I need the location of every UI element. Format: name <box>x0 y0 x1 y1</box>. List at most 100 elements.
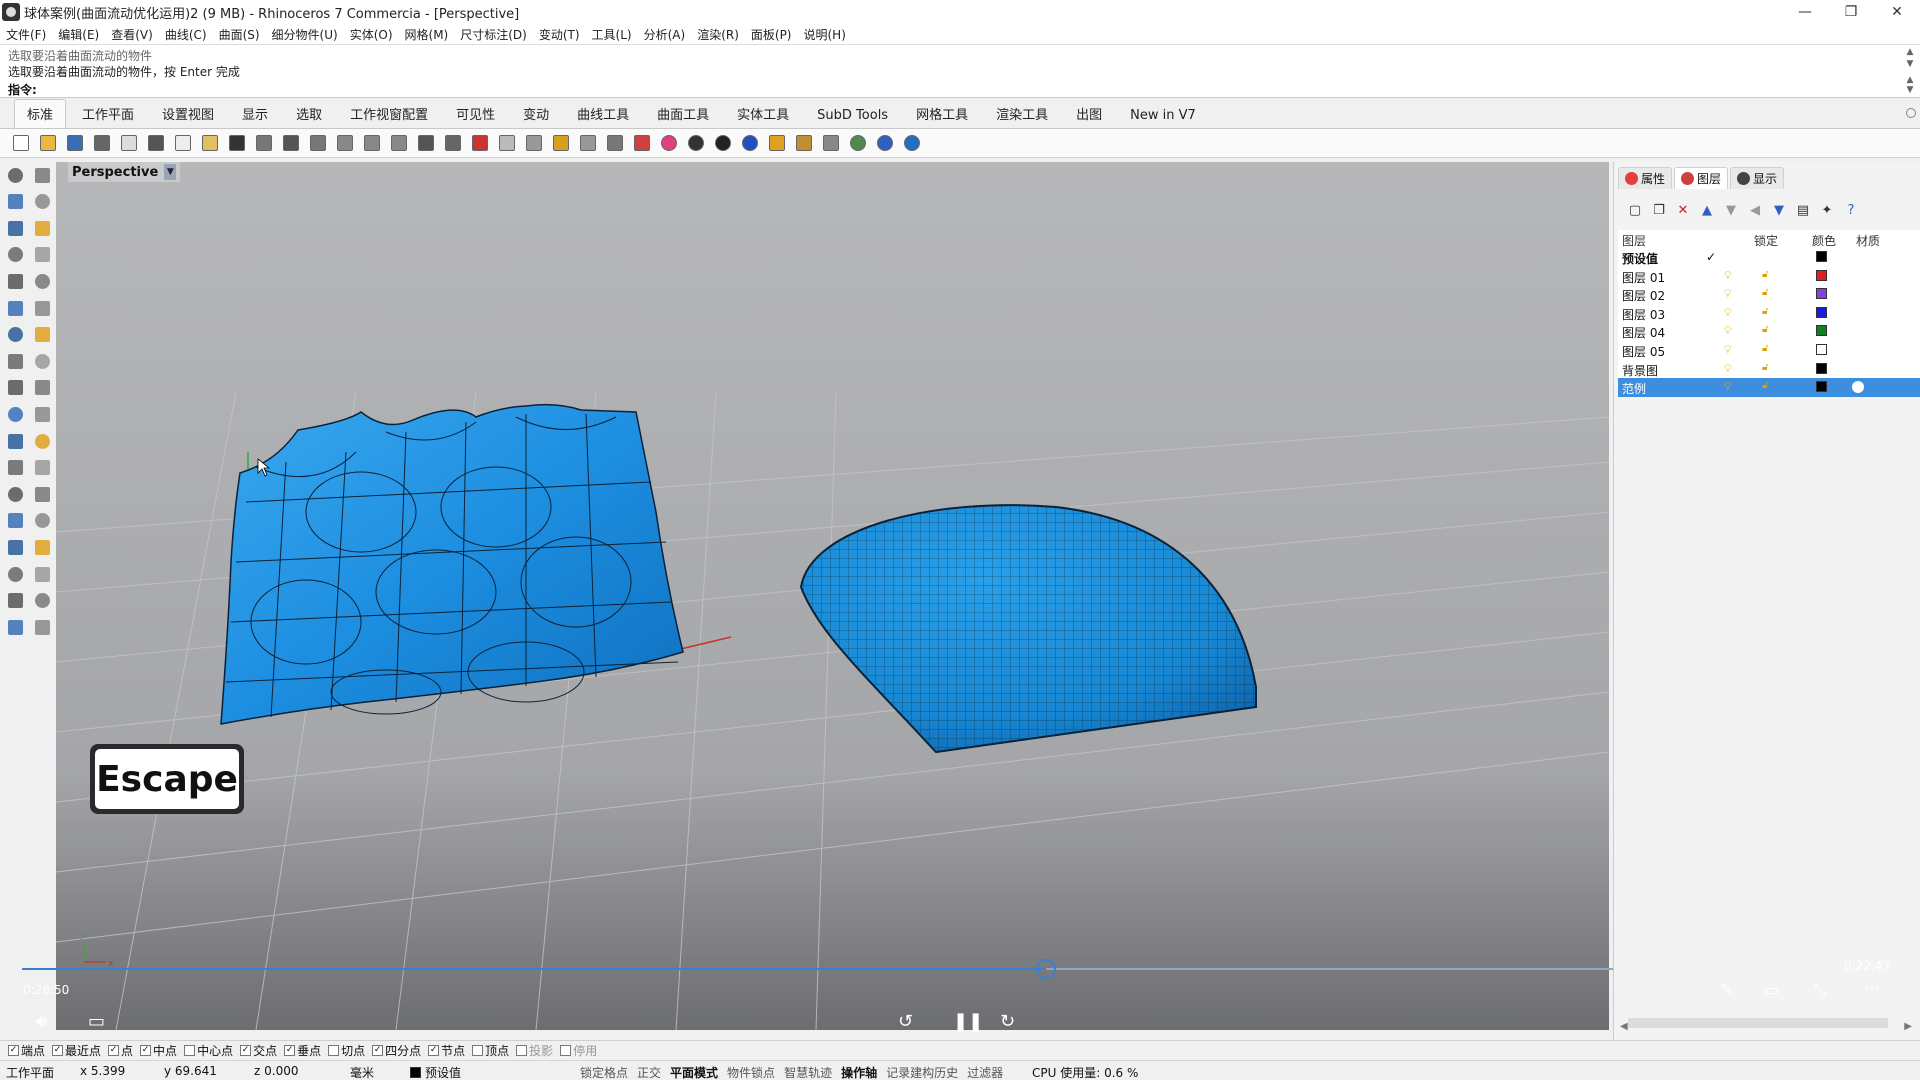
header-lock[interactable]: 锁定 <box>1754 232 1778 249</box>
toolbar-tab[interactable]: 设置视图 <box>150 100 226 128</box>
osnap-toggle[interactable]: ✓ 交点 <box>240 1042 277 1059</box>
lock-icon[interactable]: 🔓︎ <box>1762 362 1768 373</box>
mode-toggle[interactable]: 操作轴 <box>841 1064 877 1080</box>
help-icon[interactable] <box>874 132 896 154</box>
picture-in-picture-icon[interactable]: ▭ <box>1764 980 1779 999</box>
lock-icon[interactable]: 🔓︎ <box>1762 269 1768 280</box>
layer-color-swatch[interactable] <box>1816 306 1827 318</box>
offset-icon[interactable] <box>32 298 52 318</box>
more-options-icon[interactable]: ⋯ <box>1864 978 1880 997</box>
rewind-10-icon[interactable]: ↺ <box>898 1011 913 1032</box>
forward-30-icon[interactable]: ↻ <box>1000 1011 1015 1032</box>
toolbar-tab[interactable]: 渲染工具 <box>984 100 1060 128</box>
mode-toggle[interactable]: 平面模式 <box>670 1064 718 1080</box>
command-input[interactable] <box>38 80 1898 96</box>
lock-icon[interactable]: 🔓︎ <box>1762 306 1768 317</box>
osnap-checkbox[interactable]: ✓ <box>428 1045 440 1056</box>
osnap-toggle[interactable]: 顶点 <box>472 1042 509 1059</box>
scroll-down-icon[interactable]: ▼ <box>1904 59 1916 69</box>
import-icon[interactable] <box>118 132 140 154</box>
toolbar-tab[interactable]: 工作平面 <box>70 100 146 128</box>
osnap-checkbox[interactable]: ✓ <box>108 1045 120 1056</box>
panel-tab[interactable]: 属性 <box>1618 167 1673 189</box>
layer-name[interactable]: 图层 02 <box>1622 287 1665 304</box>
visibility-bulb-icon[interactable]: 💡︎ <box>1724 380 1732 394</box>
lock-icon[interactable]: 🔓︎ <box>1762 343 1768 354</box>
rectangle-icon[interactable] <box>32 245 52 265</box>
osnap-checkbox[interactable]: ✓ <box>140 1045 152 1056</box>
osnap-toggle[interactable]: ✓ 四分点 <box>372 1042 421 1059</box>
cut-icon[interactable] <box>145 132 167 154</box>
color-wheel-icon[interactable] <box>658 132 680 154</box>
analyze-icon[interactable] <box>5 591 25 611</box>
units-label[interactable]: 毫米 <box>350 1064 374 1080</box>
menu-item[interactable]: 面板(P) <box>751 26 792 43</box>
viewport-title-tab[interactable]: Perspective ▼ <box>68 162 181 182</box>
osnap-toggle[interactable]: ✓ 中点 <box>140 1042 177 1059</box>
menu-item[interactable]: 编辑(E) <box>58 26 99 43</box>
sphere-icon[interactable] <box>32 351 52 371</box>
minimize-button[interactable]: — <box>1782 0 1828 24</box>
render-icon[interactable] <box>32 564 52 584</box>
menu-item[interactable]: 渲染(R) <box>697 26 739 43</box>
menu-item[interactable]: 尺寸标注(D) <box>460 26 527 43</box>
layer-color-swatch[interactable] <box>1816 381 1827 393</box>
pan-icon[interactable] <box>253 132 275 154</box>
lock-icon[interactable] <box>604 132 626 154</box>
visibility-bulb-icon[interactable]: 💡︎ <box>1724 306 1732 320</box>
material-sphere-icon[interactable] <box>1852 381 1864 394</box>
menu-item[interactable]: 曲线(C) <box>165 26 207 43</box>
toolbar-tab[interactable]: 显示 <box>230 100 280 128</box>
measure-icon[interactable] <box>32 617 52 637</box>
boolean-icon[interactable] <box>5 404 25 424</box>
lock-icon[interactable]: 🔓︎ <box>1762 324 1768 335</box>
layer-color-swatch[interactable] <box>1816 362 1827 374</box>
layer-row[interactable]: 预设值 ✓ <box>1618 248 1920 267</box>
osnap-checkbox[interactable]: ✓ <box>240 1045 252 1056</box>
seek-knob[interactable] <box>1035 959 1056 979</box>
help-icon[interactable]: ? <box>1842 201 1860 219</box>
menu-item[interactable]: 细分物件(U) <box>272 26 338 43</box>
move-up-icon[interactable]: ▲ <box>1698 201 1716 219</box>
extrude-icon[interactable] <box>5 325 25 345</box>
layer-name[interactable]: 背景图 <box>1622 362 1658 379</box>
visibility-bulb-icon[interactable]: 💡︎ <box>1724 362 1732 376</box>
check-icon[interactable] <box>32 591 52 611</box>
named-view-icon[interactable] <box>496 132 518 154</box>
perspective-viewport[interactable]: x z Perspective ▼ Escape <box>56 162 1609 1030</box>
dimension-icon[interactable] <box>32 511 52 531</box>
horizontal-scrollbar[interactable] <box>1628 1018 1888 1028</box>
filter-icon[interactable] <box>766 132 788 154</box>
toolbar-tab[interactable]: 出图 <box>1064 100 1114 128</box>
close-button[interactable]: ✕ <box>1874 0 1920 24</box>
rotate-view-icon[interactable] <box>415 132 437 154</box>
toolbar-tab[interactable]: 网格工具 <box>904 100 980 128</box>
toolbar-tab[interactable]: 实体工具 <box>725 100 801 128</box>
shaded-sphere-icon[interactable] <box>685 132 707 154</box>
layer-color-swatch[interactable] <box>1816 343 1827 355</box>
layer-name[interactable]: 图层 05 <box>1622 343 1665 360</box>
layer-row[interactable]: 图层 01 💡︎ 🔓︎ <box>1618 267 1920 286</box>
menu-item[interactable]: 变动(T) <box>539 26 580 43</box>
osnap-checkbox[interactable] <box>184 1045 196 1056</box>
lock-icon[interactable]: 🔓︎ <box>1762 380 1768 391</box>
layer-row[interactable]: 图层 04 💡︎ 🔓︎ <box>1618 322 1920 341</box>
light-icon[interactable] <box>577 132 599 154</box>
zoom-icon[interactable] <box>307 132 329 154</box>
menu-item[interactable]: 分析(A) <box>644 26 686 43</box>
layer-color-swatch[interactable] <box>1816 288 1827 300</box>
layer-row[interactable]: 图层 05 💡︎ 🔓︎ <box>1618 341 1920 360</box>
text-icon[interactable] <box>5 511 25 531</box>
edit-pencil-icon[interactable]: ✎ <box>1720 980 1733 999</box>
open-icon[interactable] <box>37 132 59 154</box>
select-icon[interactable] <box>523 132 545 154</box>
current-layer-check-icon[interactable]: ✓ <box>1706 250 1716 264</box>
osnap-checkbox[interactable]: ✓ <box>284 1045 296 1056</box>
group-icon[interactable] <box>32 458 52 478</box>
trim-icon[interactable] <box>5 431 25 451</box>
loft-icon[interactable] <box>32 325 52 345</box>
explode-icon[interactable] <box>32 404 52 424</box>
new-layer-icon[interactable]: ▢ <box>1626 201 1644 219</box>
pipe-icon[interactable] <box>32 378 52 398</box>
osnap-toggle[interactable]: ✓ 端点 <box>8 1042 45 1059</box>
